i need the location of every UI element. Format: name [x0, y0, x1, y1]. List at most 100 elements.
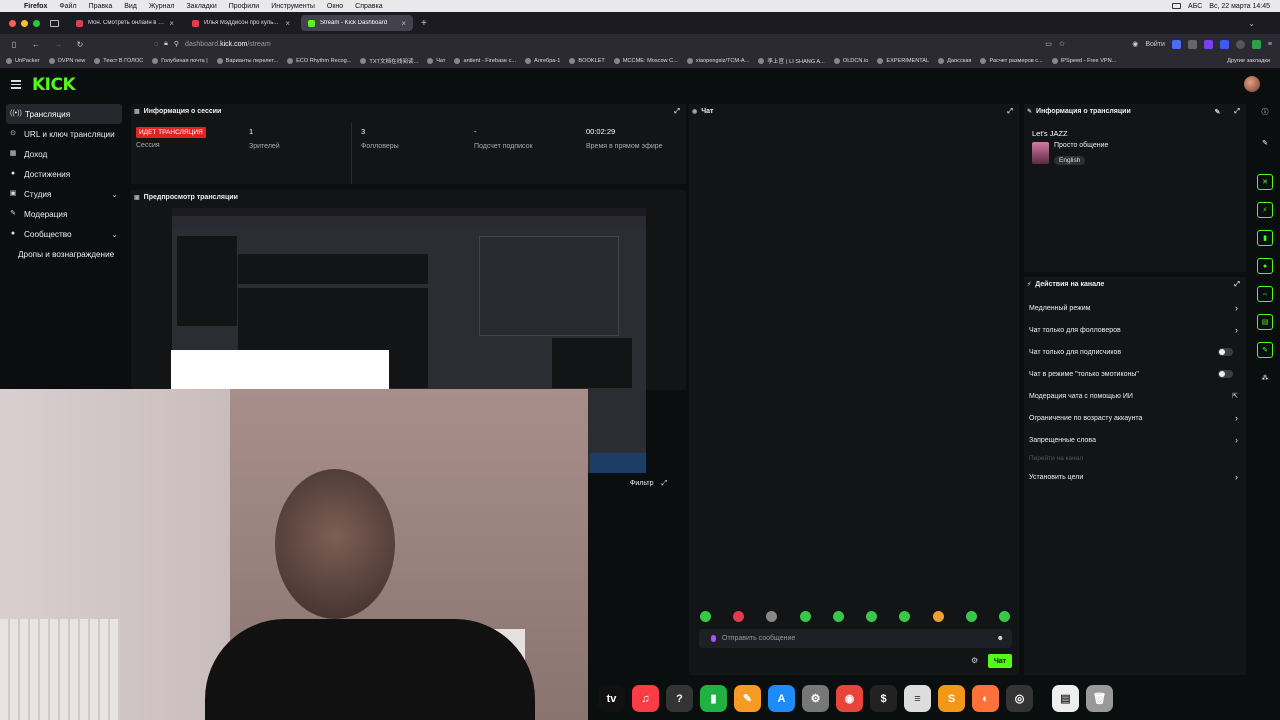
channel-action-item[interactable]: Перейти на канал [1024, 451, 1246, 466]
forward-button[interactable]: → [52, 40, 64, 49]
community-icon[interactable]: ⁂ [1257, 370, 1273, 386]
browser-tab[interactable]: Мон. Смотреть онлайн в хоро × [69, 15, 181, 31]
bookmark-item[interactable]: Текст В ГОЛОС [94, 57, 143, 65]
category-thumbnail[interactable] [1032, 142, 1049, 164]
expand-icon[interactable]: ⤢ [1234, 108, 1240, 116]
expand-icon[interactable]: ⤢ [662, 480, 668, 488]
lightning-icon[interactable]: ⚡︎ [1257, 202, 1273, 218]
help-icon[interactable]: ? [666, 685, 693, 712]
keyboard-layout[interactable]: АБС [1188, 3, 1202, 10]
trash-icon[interactable]: ▮ [1257, 230, 1273, 246]
gear-icon[interactable]: ⚙ [971, 656, 978, 665]
toggle-switch[interactable] [1218, 370, 1233, 378]
emoji-icon[interactable]: ☻ [997, 635, 1004, 642]
document-icon[interactable]: ▤ [1052, 685, 1079, 712]
bookmark-item[interactable]: OVPN new [48, 57, 85, 65]
menu-item[interactable]: Справка [349, 3, 388, 10]
close-tab-icon[interactable]: × [401, 19, 406, 28]
bookmark-item[interactable]: Алгебра-1 [525, 57, 560, 65]
sidebar-item[interactable]: ▣ Студия ⌄ [0, 184, 128, 204]
menu-item[interactable]: Закладки [180, 3, 222, 10]
bookmark-item[interactable]: Варианты перелет... [216, 57, 278, 65]
back-button[interactable]: ← [30, 40, 42, 49]
chevron-down-icon[interactable]: ⌄ [111, 190, 118, 199]
music-icon[interactable]: ♫ [632, 685, 659, 712]
textedit-icon[interactable]: ≡ [904, 685, 931, 712]
emote-icon[interactable] [799, 611, 811, 622]
emote-icon[interactable] [998, 611, 1010, 622]
wrench-icon[interactable]: ✎ [1257, 342, 1273, 358]
channel-action-item[interactable]: Установить цели › [1024, 466, 1246, 488]
zoom-window-button[interactable] [33, 19, 40, 27]
bookmark-item[interactable]: TXT文档在线阅读... [360, 57, 418, 65]
channel-action-item[interactable]: Ограничение по возрасту аккаунта › [1024, 407, 1246, 429]
edit-icon[interactable]: ✎ [1215, 108, 1221, 116]
browser-tab[interactable]: Stream - Kick Dashboard × [301, 15, 413, 31]
menu-item[interactable]: Инструменты [265, 3, 321, 10]
emote-icon[interactable] [700, 611, 711, 622]
emote-icon[interactable] [832, 611, 844, 622]
login-button[interactable]: Войти [1145, 41, 1165, 48]
menu-item[interactable]: Журнал [143, 3, 181, 10]
bookmark-item[interactable]: BOOKLET [569, 57, 605, 65]
bookmark-item[interactable]: antient - Firebase c... [454, 57, 516, 65]
sidebar-item[interactable]: ● Достижения [0, 164, 128, 184]
menu-item[interactable]: Окно [321, 3, 349, 10]
minimize-window-button[interactable] [21, 19, 28, 27]
menu-app-name[interactable]: Firefox [18, 3, 53, 10]
sidebar-icon[interactable]: ▯ [8, 40, 20, 49]
channel-action-item[interactable]: Модерация чата с помощью ИИ ⇱ [1024, 385, 1246, 407]
close-tab-icon[interactable]: × [285, 19, 290, 28]
chrome-icon[interactable]: ◉ [836, 685, 863, 712]
bookmark-item[interactable]: IPSpeed - Free VPN... [1051, 57, 1116, 65]
menu-icon[interactable]: ≡ [1268, 41, 1272, 48]
extension-1-icon[interactable] [1171, 39, 1181, 49]
sidebar-item[interactable]: ▦ Доход [0, 144, 128, 164]
reader-mode-icon[interactable]: ▭ [1045, 40, 1052, 48]
close-window-button[interactable] [9, 19, 16, 27]
sublime-icon[interactable]: S [938, 685, 965, 712]
kick-logo[interactable]: KICK [32, 75, 76, 95]
channel-action-item[interactable]: Чат в режиме "только эмотиконы" [1024, 363, 1246, 385]
emote-icon[interactable] [899, 611, 911, 622]
close-tab-icon[interactable]: × [169, 19, 174, 28]
menu-item[interactable]: Файл [53, 3, 82, 10]
bookmark-item[interactable]: UnPacker [6, 57, 40, 65]
menu-item[interactable]: Правка [83, 3, 119, 10]
chat-bubble-icon[interactable]: ● [1257, 258, 1273, 274]
obs-icon[interactable]: ◎ [1006, 685, 1033, 712]
reload-button[interactable]: ↻ [74, 40, 86, 49]
emote-icon[interactable] [733, 611, 745, 622]
avatar[interactable] [1244, 76, 1260, 92]
expand-icon[interactable]: ⤢ [1234, 281, 1240, 289]
host-icon[interactable]: ⇔ [1257, 286, 1273, 302]
lock-icon[interactable]: 🔒︎ [164, 40, 168, 48]
channel-action-item[interactable]: Чат только для фолловеров › [1024, 319, 1246, 341]
channel-action-item[interactable]: Медленный режим › [1024, 297, 1246, 319]
bookmark-star-icon[interactable]: ☆ [1059, 40, 1065, 48]
menubar-clock[interactable]: Вс, 22 марта 14:45 [1209, 3, 1270, 10]
toggle-switch[interactable] [1218, 348, 1233, 356]
bookmark-item[interactable]: Расчет размеров с... [980, 57, 1043, 65]
print-icon[interactable]: ▤ [1257, 314, 1273, 330]
emote-icon[interactable] [965, 611, 977, 622]
browser-tab[interactable]: Илья Мэддисон про культуру × [185, 15, 297, 31]
sidebar-item[interactable]: ● Сообщество ⌄ [0, 224, 128, 244]
chat-send-button[interactable]: Чат [988, 654, 1012, 668]
extension-2-icon[interactable] [1203, 39, 1213, 49]
bookmark-item[interactable]: EXPERIMENTAL [877, 57, 929, 65]
extensions-icon[interactable] [1187, 39, 1197, 49]
channel-action-item[interactable]: Чат только для подписчиков [1024, 341, 1246, 363]
bookmark-item[interactable]: Голубиная почта | [152, 57, 208, 65]
new-tab-button[interactable]: + [413, 18, 435, 29]
other-bookmarks[interactable]: Другие закладки [1227, 58, 1280, 64]
hamburger-menu-icon[interactable] [11, 80, 21, 89]
sidebar-item[interactable]: ((•)) Трансляция [6, 104, 122, 124]
bookmark-item[interactable]: Даосская [938, 57, 971, 65]
sidebar-item[interactable]: ✎ Модерация [0, 204, 128, 224]
emote-icon[interactable] [766, 611, 778, 622]
emote-icon[interactable] [866, 611, 878, 622]
mic-icon[interactable] [711, 635, 716, 642]
raid-icon[interactable]: ✕ [1257, 174, 1273, 190]
bookmark-item[interactable]: Чат [427, 57, 445, 65]
